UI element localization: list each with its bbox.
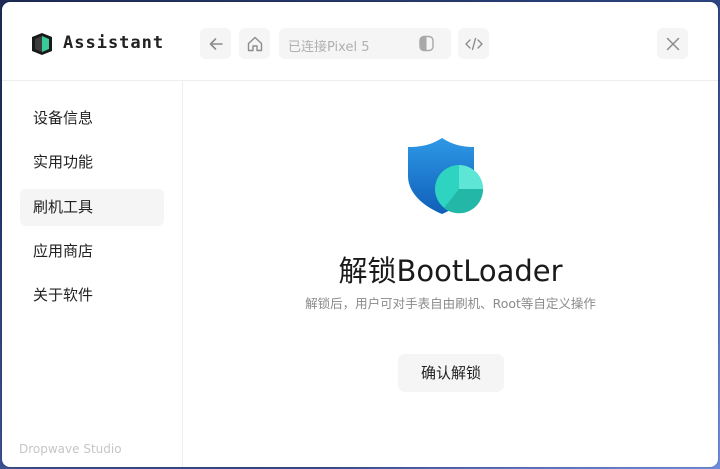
phone-half-icon[interactable] [418,35,435,52]
sidebar: 设备信息 实用功能 刷机工具 应用商店 关于软件 Dropwave Studio [2,81,183,467]
home-icon [247,36,262,51]
page-title: 解锁BootLoader [338,254,563,288]
device-status-box[interactable]: 已连接Pixel 5 [279,28,451,59]
title-bar: Assistant 已连接Pixel 5 [2,2,718,81]
close-button[interactable] [657,28,688,59]
device-status-label: 已连接Pixel 5 [288,40,370,55]
app-logo-icon [32,33,52,55]
confirm-unlock-button[interactable]: 确认解锁 [398,354,504,392]
app-window: Assistant 已连接Pixel 5 设备信息 实用功能 刷机工具 应用商店… [2,2,718,467]
back-button[interactable] [200,28,231,59]
sidebar-item-about[interactable]: 关于软件 [20,277,164,314]
sidebar-item-utilities[interactable]: 实用功能 [20,144,164,181]
studio-credit: Dropwave Studio [19,442,122,456]
sidebar-item-flash-tools[interactable]: 刷机工具 [20,189,164,226]
code-button[interactable] [458,28,489,59]
sidebar-item-device-info[interactable]: 设备信息 [20,100,164,137]
page-subtitle: 解锁后，用户可对手表自由刷机、Root等自定义操作 [305,296,596,311]
close-icon [666,37,679,50]
app-title: Assistant [63,33,165,53]
main-content: 解锁BootLoader 解锁后，用户可对手表自由刷机、Root等自定义操作 确… [183,81,718,467]
arrow-left-icon [209,37,223,50]
home-button[interactable] [239,28,270,59]
sidebar-item-app-store[interactable]: 应用商店 [20,233,164,270]
shield-pie-icon [408,138,484,214]
code-icon [464,37,483,50]
